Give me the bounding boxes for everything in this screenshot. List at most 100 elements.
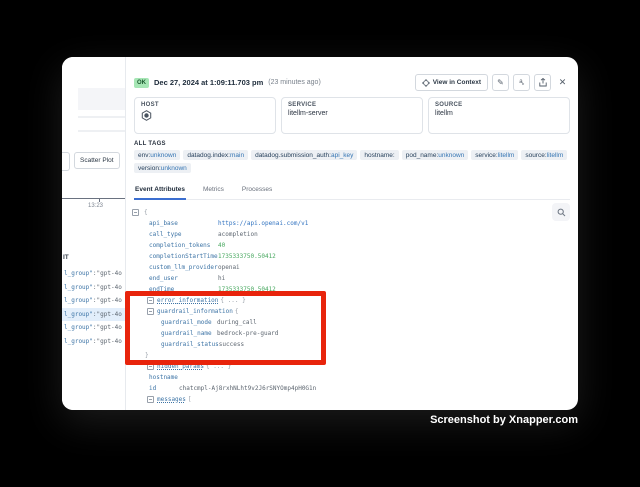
- tab-processes[interactable]: Processes: [241, 182, 273, 199]
- tag-pill[interactable]: pod_name:unknown: [402, 150, 469, 160]
- json-value: acompletion: [218, 231, 258, 238]
- close-icon: ✕: [559, 77, 567, 88]
- event-header: OK Dec 27, 2024 at 1:09:11.703 pm (23 mi…: [134, 74, 570, 91]
- host-label: HOST: [141, 102, 269, 108]
- log-list-item[interactable]: l_group":"gpt-4o: [62, 321, 125, 335]
- log-value: :"gpt-4o: [93, 311, 122, 318]
- log-list-item[interactable]: l_group":"gpt-4o: [62, 294, 125, 308]
- tag-key: source:: [525, 152, 546, 159]
- json-key: hostname: [149, 374, 178, 381]
- log-key: l_group": [64, 297, 93, 304]
- search-button[interactable]: [552, 203, 570, 221]
- skeleton-line: [78, 130, 125, 132]
- json-key: completionStartTime: [149, 253, 218, 260]
- tag-pill[interactable]: hostname:: [360, 150, 398, 160]
- tag-pill[interactable]: datadog.index:main: [183, 150, 248, 160]
- tag-key: datadog.index:: [187, 152, 230, 159]
- service-box[interactable]: SERVICE litellm-server: [281, 97, 423, 134]
- log-value: :"gpt-4o: [93, 284, 122, 291]
- tag-value: litellm: [547, 152, 564, 159]
- json-value: https://api.openai.com/v1: [218, 220, 308, 227]
- tag-key: hostname:: [364, 152, 394, 159]
- tag-key: service:: [475, 152, 497, 159]
- json-row[interactable]: completionStartTime1735333750.50412: [149, 251, 570, 262]
- json-row[interactable]: end_userhi: [149, 273, 570, 284]
- tag-pill[interactable]: env:unknown: [134, 150, 180, 160]
- json-key: api_base: [149, 220, 218, 227]
- red-highlight-box: [125, 291, 326, 365]
- log-key: l_group": [64, 270, 93, 277]
- log-key: l_group": [64, 284, 93, 291]
- key-value-icon: ab: [519, 79, 524, 86]
- json-row[interactable]: call_typeacompletion: [149, 229, 570, 240]
- log-list-item[interactable]: l_group":"gpt-4o: [62, 281, 125, 295]
- json-row[interactable]: idchatcmpl-Aj8rxhNLht9v2J6rSNYOmp4pH0G1n: [149, 383, 570, 394]
- json-row[interactable]: hostname: [149, 372, 570, 383]
- log-list-item[interactable]: l_group":"gpt-4o: [62, 308, 125, 322]
- log-key: l_group": [64, 338, 93, 345]
- tag-key: env:: [138, 152, 150, 159]
- export-button[interactable]: [534, 74, 551, 91]
- tag-key: version:: [138, 165, 161, 172]
- list-column-header: IT: [63, 254, 69, 261]
- tag-key: pod_name:: [406, 152, 439, 159]
- tag-pill[interactable]: datadog.submission_auth:api_key: [251, 150, 357, 160]
- truncated-button[interactable]: [62, 152, 70, 171]
- expander-icon[interactable]: [132, 209, 139, 216]
- log-value: :"gpt-4o: [93, 324, 122, 331]
- log-key: l_group": [64, 324, 93, 331]
- tag-pill[interactable]: version:unknown: [134, 163, 191, 173]
- tag-pill[interactable]: source:litellm: [521, 150, 567, 160]
- json-key: completion_tokens: [149, 242, 218, 249]
- edit-button[interactable]: ✎: [492, 74, 509, 91]
- json-value: openai: [218, 264, 240, 271]
- log-list-item[interactable]: l_group":"gpt-4o: [62, 267, 125, 281]
- log-list-item[interactable]: l_group":"gpt-4o: [62, 335, 125, 349]
- log-row-list: l_group":"gpt-4ol_group":"gpt-4ol_group"…: [62, 267, 125, 348]
- service-value: litellm-server: [288, 110, 416, 117]
- json-key: end_user: [149, 275, 218, 282]
- json-value: 1735333750.50412: [218, 253, 276, 260]
- all-tags-label: ALL TAGS: [134, 141, 570, 147]
- pencil-icon: ✎: [497, 78, 504, 87]
- json-bracket: [: [188, 396, 192, 403]
- json-row[interactable]: custom_llm_provideropenai: [149, 262, 570, 273]
- chart-x-axis: [62, 198, 125, 199]
- skeleton-line: [78, 116, 125, 118]
- tag-value: api_key: [331, 152, 353, 159]
- host-box[interactable]: HOST: [134, 97, 276, 134]
- source-value: litellm: [435, 110, 563, 117]
- tab-bar: Event Attributes Metrics Processes: [134, 182, 570, 200]
- tag-value: main: [230, 152, 244, 159]
- tab-event-attributes[interactable]: Event Attributes: [134, 182, 186, 200]
- search-icon: [557, 208, 566, 217]
- view-in-context-button[interactable]: View in Context: [415, 74, 488, 91]
- json-row[interactable]: {: [132, 207, 570, 218]
- expander-icon[interactable]: [147, 396, 154, 403]
- event-relative-time: (23 minutes ago): [268, 79, 321, 86]
- event-timestamp: Dec 27, 2024 at 1:09:11.703 pm: [154, 78, 263, 87]
- log-value: :"gpt-4o: [93, 338, 122, 345]
- scatter-plot-button[interactable]: Scatter Plot: [74, 152, 120, 169]
- json-row[interactable]: messages[: [147, 394, 570, 405]
- scope-icon: [422, 79, 430, 87]
- log-key: l_group": [64, 311, 93, 318]
- json-value: 40: [218, 242, 225, 249]
- tag-pill[interactable]: service:litellm: [471, 150, 518, 160]
- tab-metrics[interactable]: Metrics: [202, 182, 225, 199]
- json-row[interactable]: api_basehttps://api.openai.com/v1: [149, 218, 570, 229]
- json-key: custom_llm_provider: [149, 264, 218, 271]
- tag-value: unknown: [438, 152, 464, 159]
- host-service-source-row: HOST SERVICE litellm-server SOURCE litel…: [134, 97, 570, 134]
- json-row[interactable]: completion_tokens40: [149, 240, 570, 251]
- tag-value: unknown: [161, 165, 187, 172]
- tag-value: litellm: [498, 152, 515, 159]
- source-label: SOURCE: [435, 102, 563, 108]
- watermark: Screenshot by Xnapper.com: [430, 414, 578, 426]
- view-in-context-label: View in Context: [433, 79, 481, 86]
- source-box[interactable]: SOURCE litellm: [428, 97, 570, 134]
- close-button[interactable]: ✕: [555, 75, 570, 90]
- tag-list: env:unknowndatadog.index:maindatadog.sub…: [134, 150, 570, 173]
- tag-value: unknown: [150, 152, 176, 159]
- attributes-as-text-button[interactable]: ab: [513, 74, 530, 91]
